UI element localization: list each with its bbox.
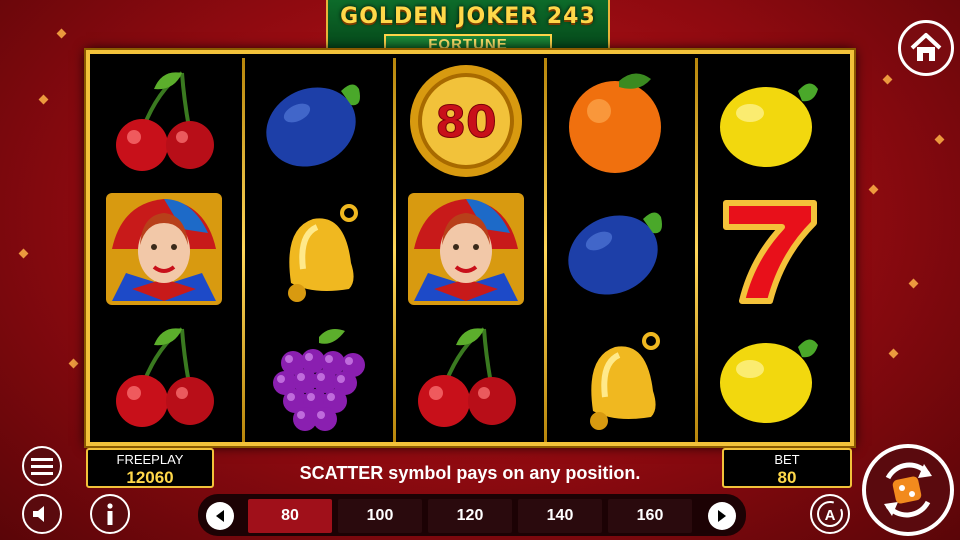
svg-text:80: 80 bbox=[435, 97, 496, 148]
reel-4 bbox=[543, 58, 691, 442]
sparkle bbox=[18, 248, 29, 259]
cherry-icon bbox=[90, 58, 238, 184]
plum-icon bbox=[241, 58, 389, 184]
reels-frame: 80 bbox=[86, 50, 854, 446]
lemon-icon bbox=[694, 58, 842, 184]
sound-button[interactable] bbox=[22, 494, 62, 534]
bell-icon bbox=[543, 314, 691, 440]
bet-option-160[interactable]: 160 bbox=[608, 499, 692, 533]
freeplay-panel: FREEPLAY 12060 bbox=[86, 448, 214, 488]
info-icon bbox=[107, 503, 113, 525]
lemon-icon bbox=[694, 314, 842, 440]
bet-label: BET bbox=[774, 452, 800, 467]
coin-80-icon: 80 bbox=[392, 58, 540, 184]
reel-5 bbox=[694, 58, 842, 442]
bell-icon bbox=[241, 186, 389, 312]
bet-option-100[interactable]: 100 bbox=[338, 499, 422, 533]
joker-icon bbox=[392, 186, 540, 312]
bet-decrease-button[interactable] bbox=[206, 502, 234, 530]
cherry-icon bbox=[392, 314, 540, 440]
sparkle bbox=[888, 348, 899, 359]
arrow-right-icon bbox=[718, 510, 726, 522]
reel-1 bbox=[90, 58, 238, 442]
bet-option-140[interactable]: 140 bbox=[518, 499, 602, 533]
bet-value: 80 bbox=[777, 468, 797, 487]
autoplay-icon: A bbox=[817, 501, 843, 527]
bet-increase-button[interactable] bbox=[708, 502, 736, 530]
plum-icon bbox=[543, 186, 691, 312]
info-button[interactable] bbox=[90, 494, 130, 534]
bet-panel: BET 80 bbox=[722, 448, 852, 488]
info-message: SCATTER symbol pays on any position. bbox=[299, 463, 641, 483]
bet-option-120[interactable]: 120 bbox=[428, 499, 512, 533]
arrow-left-icon bbox=[216, 510, 224, 522]
bet-option-80[interactable]: 80 bbox=[248, 499, 332, 533]
sparkle bbox=[68, 358, 79, 369]
menu-icon bbox=[31, 458, 53, 475]
sparkle bbox=[56, 28, 67, 39]
sparkle bbox=[934, 134, 945, 145]
autoplay-letter: A bbox=[825, 507, 836, 524]
freeplay-value: 12060 bbox=[126, 468, 174, 487]
cherry-icon bbox=[90, 314, 238, 440]
menu-button[interactable] bbox=[22, 446, 62, 486]
reel-2 bbox=[241, 58, 389, 442]
game-logo: GOLDEN JOKER 243 FORTUNE bbox=[326, 0, 610, 56]
sparkle bbox=[38, 94, 49, 105]
speaker-icon bbox=[33, 506, 44, 522]
spin-button[interactable] bbox=[862, 444, 954, 536]
seven-icon bbox=[694, 186, 842, 312]
home-button[interactable] bbox=[898, 20, 954, 76]
freeplay-label: FREEPLAY bbox=[116, 452, 184, 467]
grapes-icon bbox=[241, 314, 389, 440]
sparkle bbox=[908, 278, 919, 289]
spin-icon bbox=[884, 462, 932, 518]
sparkle bbox=[868, 184, 879, 195]
home-icon bbox=[910, 33, 942, 61]
game-title: GOLDEN JOKER 243 bbox=[340, 4, 596, 29]
reel-3: 80 bbox=[392, 58, 540, 442]
orange-icon bbox=[543, 58, 691, 184]
sparkle bbox=[882, 74, 893, 85]
joker-icon bbox=[90, 186, 238, 312]
autoplay-button[interactable]: A bbox=[810, 494, 850, 534]
